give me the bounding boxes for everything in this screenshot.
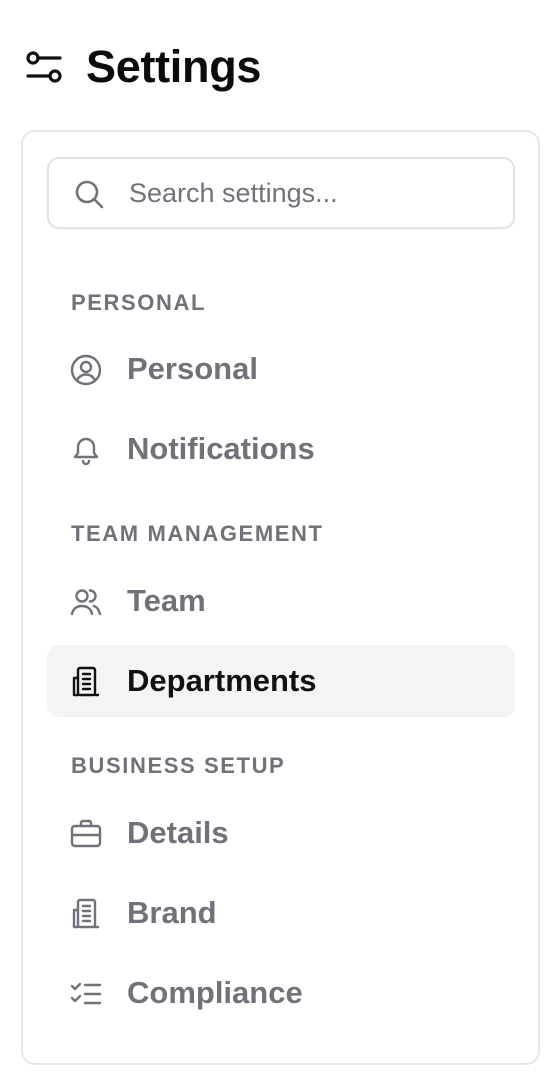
- list-checks-icon: [69, 977, 103, 1011]
- nav-item-label: Details: [127, 815, 229, 850]
- users-icon: [69, 585, 103, 619]
- nav-item-label: Departments: [127, 663, 317, 698]
- user-circle-icon: [69, 353, 103, 387]
- nav-item-label: Notifications: [127, 431, 315, 466]
- section-label-business-setup: BUSINESS SETUP: [71, 753, 286, 778]
- search-box[interactable]: [47, 157, 515, 229]
- nav-item-notifications[interactable]: Notifications: [47, 413, 515, 485]
- nav-item-label: Compliance: [127, 975, 303, 1010]
- nav-item-departments[interactable]: Departments: [47, 645, 515, 717]
- briefcase-icon: [69, 817, 103, 851]
- nav-item-team[interactable]: Team: [47, 565, 515, 637]
- nav-item-details[interactable]: Details: [47, 797, 515, 869]
- nav-item-label: Personal: [127, 351, 258, 386]
- bell-icon: [69, 433, 103, 467]
- nav-item-brand[interactable]: Brand: [47, 877, 515, 949]
- search-input[interactable]: [129, 167, 499, 219]
- settings-sliders-icon: [24, 47, 64, 87]
- settings-nav-panel: PERSONAL Personal Notifications TEAM MAN…: [21, 130, 540, 1065]
- search-icon: [73, 178, 105, 210]
- page-title: Settings: [86, 41, 262, 92]
- section-label-team-management: TEAM MANAGEMENT: [71, 521, 324, 546]
- nav-item-compliance[interactable]: Compliance: [47, 957, 515, 1029]
- building-icon: [69, 897, 103, 931]
- settings-header: Settings: [24, 38, 261, 96]
- nav-item-personal[interactable]: Personal: [47, 333, 515, 405]
- building-icon: [69, 665, 103, 699]
- section-label-personal: PERSONAL: [71, 290, 207, 315]
- nav-item-label: Brand: [127, 895, 217, 930]
- nav-item-label: Team: [127, 583, 206, 618]
